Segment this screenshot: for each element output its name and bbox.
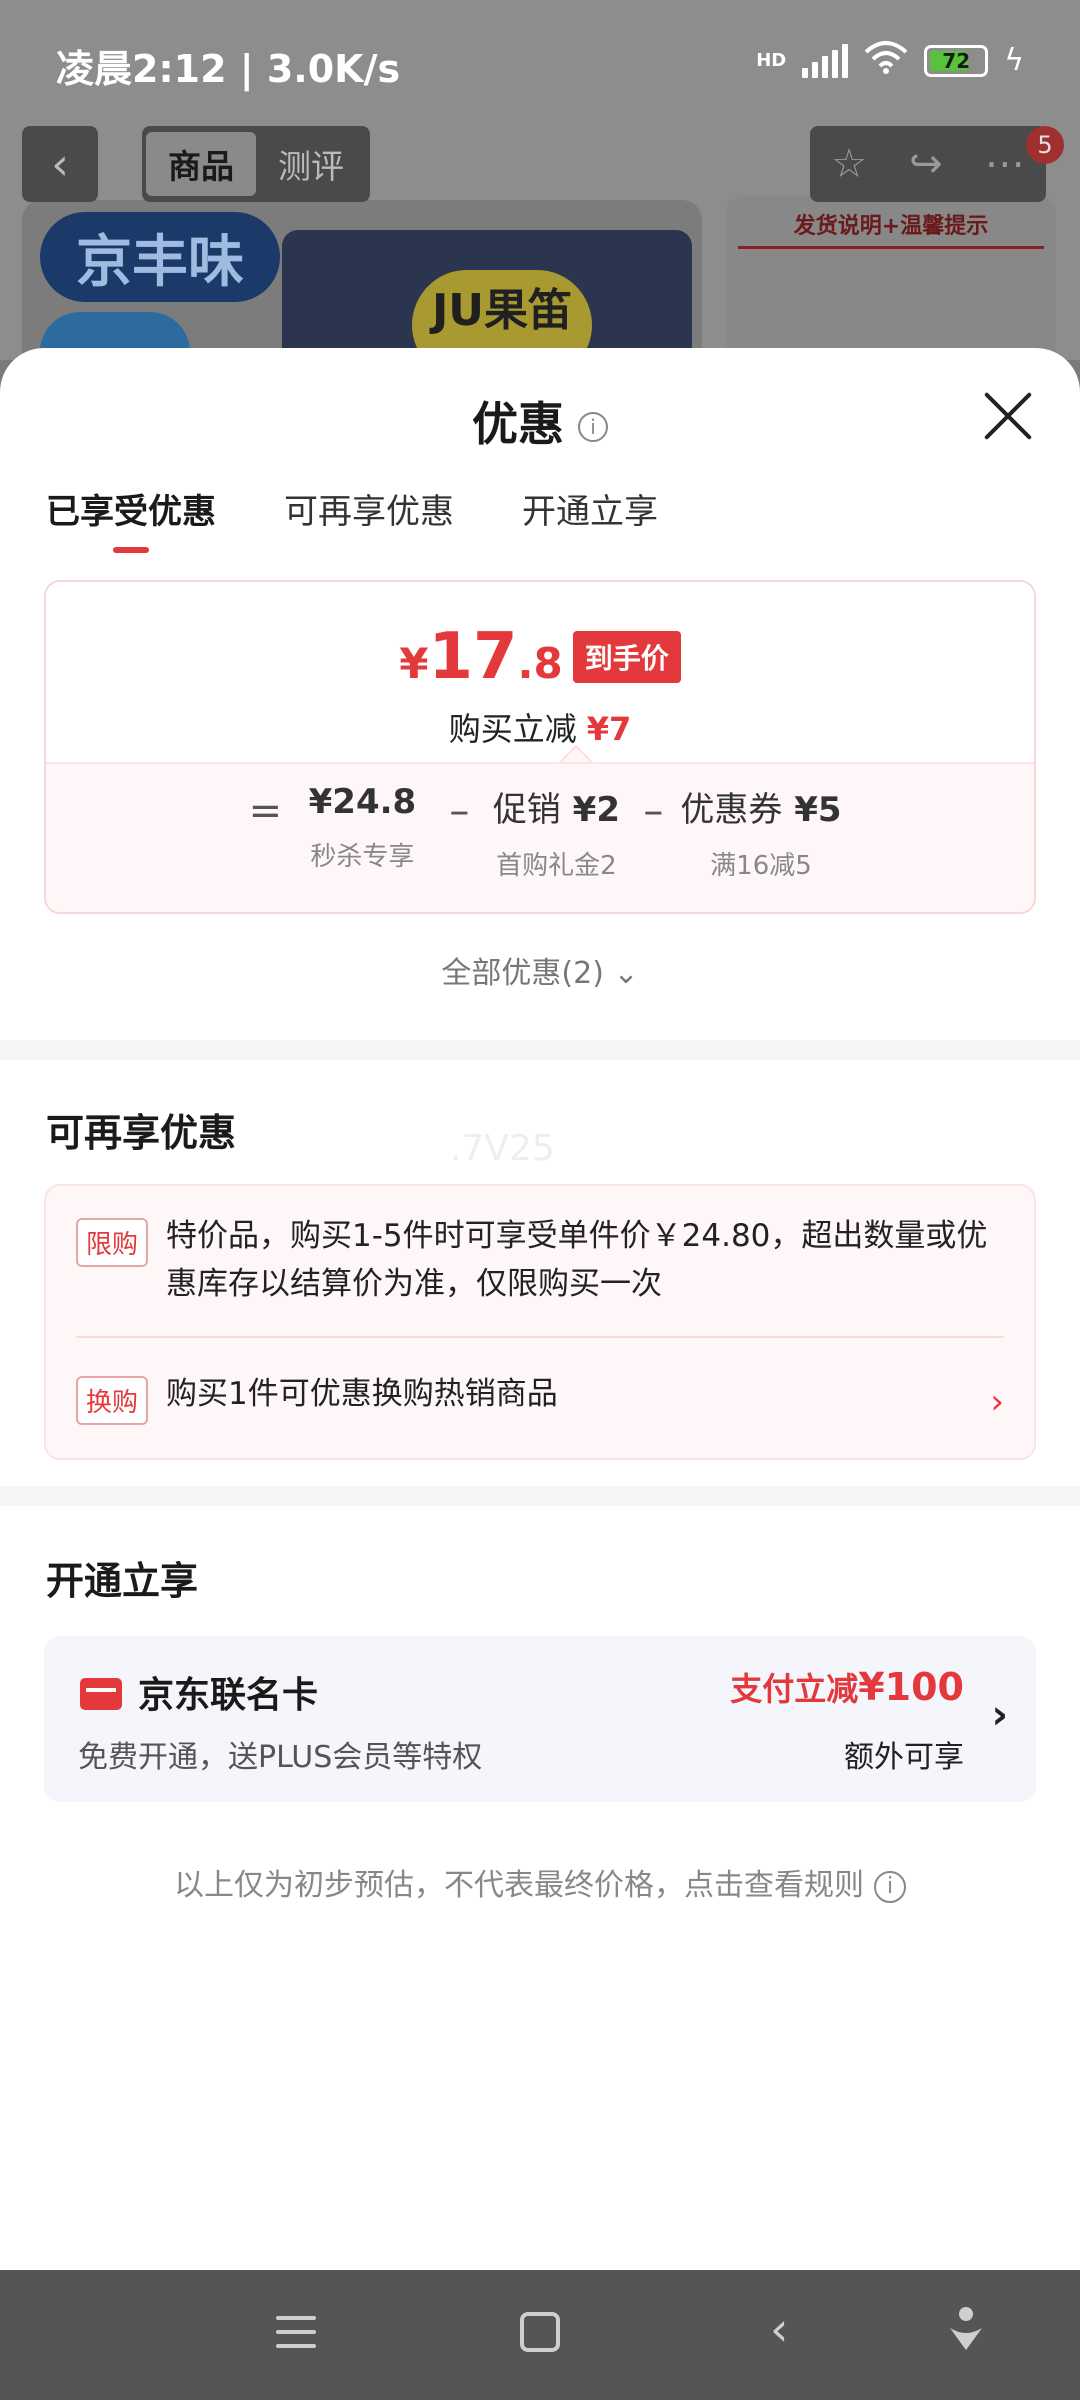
share-icon[interactable]: ↪ bbox=[909, 141, 943, 187]
instant-discount-label: 购买立减 bbox=[448, 710, 577, 748]
term-sub: 满16减5 bbox=[710, 851, 812, 881]
battery-icon: 72 bbox=[924, 44, 989, 77]
price-decimal: .8 bbox=[517, 639, 563, 688]
info-icon: i bbox=[874, 1871, 906, 1903]
co-brand-card-offer[interactable]: 京东联名卡 免费开通，送PLUS会员等特权 支付立减¥100 额外可享 › bbox=[44, 1636, 1036, 1802]
disclaimer-text: 以上仅为初步预估，不代表最终价格，点击查看规则 bbox=[174, 1868, 864, 1903]
card-icon bbox=[80, 1678, 122, 1710]
product-label: JU果笛 bbox=[412, 270, 592, 360]
more-icon[interactable]: ⋯ bbox=[985, 141, 1025, 187]
sheet-header: 优惠 i bbox=[0, 388, 1080, 454]
chevron-right-icon[interactable]: › bbox=[990, 1382, 1004, 1422]
status-bar: 凌晨2:12 | 3.0K/s HD 72 ϟ bbox=[0, 0, 1080, 120]
discount-tabs: 已享受优惠 可再享优惠 开通立享 bbox=[46, 484, 658, 553]
product-image: 京丰味 JU果笛 bbox=[22, 200, 702, 360]
list-item: 限购 特价品，购买1-5件时可享受单件价￥24.80，超出数量或优惠库存以结算价… bbox=[76, 1212, 1004, 1308]
term-sub: 秒杀专享 bbox=[310, 842, 415, 872]
formula-term-promo: 促销 ¥2 首购礼金2 bbox=[486, 782, 626, 882]
exchange-text: 购买1件可优惠换购热销商品 bbox=[166, 1376, 558, 1412]
charging-icon: ϟ bbox=[1004, 43, 1024, 78]
instant-discount-amount: ¥7 bbox=[586, 710, 632, 748]
disclaimer[interactable]: 以上仅为初步预估，不代表最终价格，点击查看规则 i bbox=[0, 1860, 1080, 1904]
term-sub: 首购礼金2 bbox=[496, 851, 617, 881]
notice-divider bbox=[738, 246, 1044, 249]
more-discounts-list: 限购 特价品，购买1-5件时可享受单件价￥24.80，超出数量或优惠库存以结算价… bbox=[44, 1184, 1036, 1460]
nav-back-icon[interactable]: ‹ bbox=[770, 2306, 788, 2352]
message-badge: 5 bbox=[1026, 126, 1064, 164]
chevron-right-icon: › bbox=[991, 1692, 1008, 1738]
star-icon[interactable]: ☆ bbox=[831, 141, 867, 187]
tab-review[interactable]: 测评 bbox=[256, 132, 366, 196]
term-value: ¥2 bbox=[572, 790, 620, 830]
formula-term-base: ¥24.8 秒杀专享 bbox=[292, 782, 432, 873]
more-discounts-title: 可再享优惠 bbox=[46, 1111, 237, 1155]
close-icon[interactable] bbox=[980, 388, 1036, 444]
card-description: 免费开通，送PLUS会员等特权 bbox=[78, 1740, 483, 1775]
tab-open-enjoy[interactable]: 开通立享 bbox=[522, 484, 658, 553]
section-divider bbox=[0, 1040, 1080, 1060]
term-value: ¥24.8 bbox=[308, 782, 417, 822]
tab-enjoyed[interactable]: 已享受优惠 bbox=[46, 484, 216, 553]
price-formula: = ¥24.8 秒杀专享 – 促销 ¥2 首购礼金2 – 优惠券 ¥5 满16减… bbox=[46, 782, 1034, 882]
limit-tag: 限购 bbox=[76, 1218, 149, 1267]
all-discounts-toggle[interactable]: 全部优惠(2) ⌄ bbox=[0, 948, 1080, 992]
sheet-title: 优惠 bbox=[472, 397, 564, 451]
term-value: ¥5 bbox=[794, 790, 842, 830]
status-icons: HD 72 ϟ bbox=[756, 40, 1024, 81]
list-divider bbox=[76, 1336, 1004, 1338]
minus-sign: – bbox=[449, 788, 470, 834]
watermark: .7V25 bbox=[450, 1128, 555, 1169]
discount-sheet: 优惠 i 已享受优惠 可再享优惠 开通立享 ¥17.8 到手价 购买立减 ¥7 = … bbox=[0, 348, 1080, 2270]
exchange-item[interactable]: 换购 购买1件可优惠换购热销商品 bbox=[76, 1370, 1004, 1425]
final-price-tag: 到手价 bbox=[572, 631, 681, 683]
offer-label: 支付立减 bbox=[730, 1670, 859, 1708]
all-discounts-label: 全部优惠(2) bbox=[441, 956, 604, 991]
chevron-down-icon: ⌄ bbox=[613, 956, 639, 991]
assistant-icon[interactable] bbox=[946, 2304, 986, 2354]
signal-icon bbox=[802, 43, 849, 78]
product-tabs: 商品 测评 bbox=[142, 126, 370, 202]
section-divider bbox=[0, 1486, 1080, 1506]
limit-text: 特价品，购买1-5件时可享受单件价￥24.80，超出数量或优惠库存以结算价为准，… bbox=[166, 1218, 988, 1302]
home-icon[interactable] bbox=[520, 2312, 560, 2352]
term-label: 促销 bbox=[492, 790, 561, 830]
wifi-icon bbox=[864, 40, 908, 81]
final-price-area: ¥17.8 到手价 购买立减 ¥7 bbox=[46, 582, 1034, 762]
card-offer: 支付立减¥100 bbox=[730, 1664, 964, 1710]
exchange-tag: 换购 bbox=[76, 1376, 149, 1425]
card-extra: 额外可享 bbox=[844, 1740, 964, 1775]
status-time: 凌晨2:12 | 3.0K/s bbox=[56, 47, 401, 91]
card-name: 京东联名卡 bbox=[138, 1675, 319, 1716]
price-breakdown-card: ¥17.8 到手价 购买立减 ¥7 = ¥24.8 秒杀专享 – 促销 ¥2 首购… bbox=[44, 580, 1036, 914]
back-button[interactable]: ‹ bbox=[22, 126, 98, 202]
header-actions: ☆ ↪ ⋯ bbox=[810, 126, 1046, 202]
final-price: ¥17.8 bbox=[399, 620, 562, 694]
term-label: 优惠券 bbox=[680, 790, 783, 830]
price-formula-area: = ¥24.8 秒杀专享 – 促销 ¥2 首购礼金2 – 优惠券 ¥5 满16减… bbox=[46, 762, 1034, 912]
tab-more-discounts[interactable]: 可再享优惠 bbox=[284, 484, 454, 553]
price-integer: 17 bbox=[428, 620, 518, 694]
price-currency: ¥ bbox=[399, 639, 429, 688]
minus-sign: – bbox=[643, 788, 664, 834]
notice-title: 发货说明+温馨提示 bbox=[793, 214, 989, 239]
info-icon[interactable]: i bbox=[578, 412, 608, 442]
network-type: HD bbox=[756, 50, 787, 71]
open-enjoy-title: 开通立享 bbox=[46, 1559, 199, 1603]
equals-sign: = bbox=[248, 788, 283, 834]
brand-pill: 京丰味 bbox=[40, 212, 280, 302]
shipping-notice-card: 发货说明+温馨提示 bbox=[726, 196, 1056, 360]
battery-level: 72 bbox=[942, 48, 971, 73]
menu-icon[interactable] bbox=[276, 2312, 316, 2352]
tab-product[interactable]: 商品 bbox=[146, 132, 256, 196]
back-icon: ‹ bbox=[51, 138, 69, 190]
formula-term-coupon: 优惠券 ¥5 满16减5 bbox=[680, 782, 841, 882]
instant-discount: 购买立减 ¥7 bbox=[46, 704, 1034, 750]
offer-amount: ¥100 bbox=[858, 1665, 964, 1709]
system-nav-bar: ‹ bbox=[0, 2270, 1080, 2400]
